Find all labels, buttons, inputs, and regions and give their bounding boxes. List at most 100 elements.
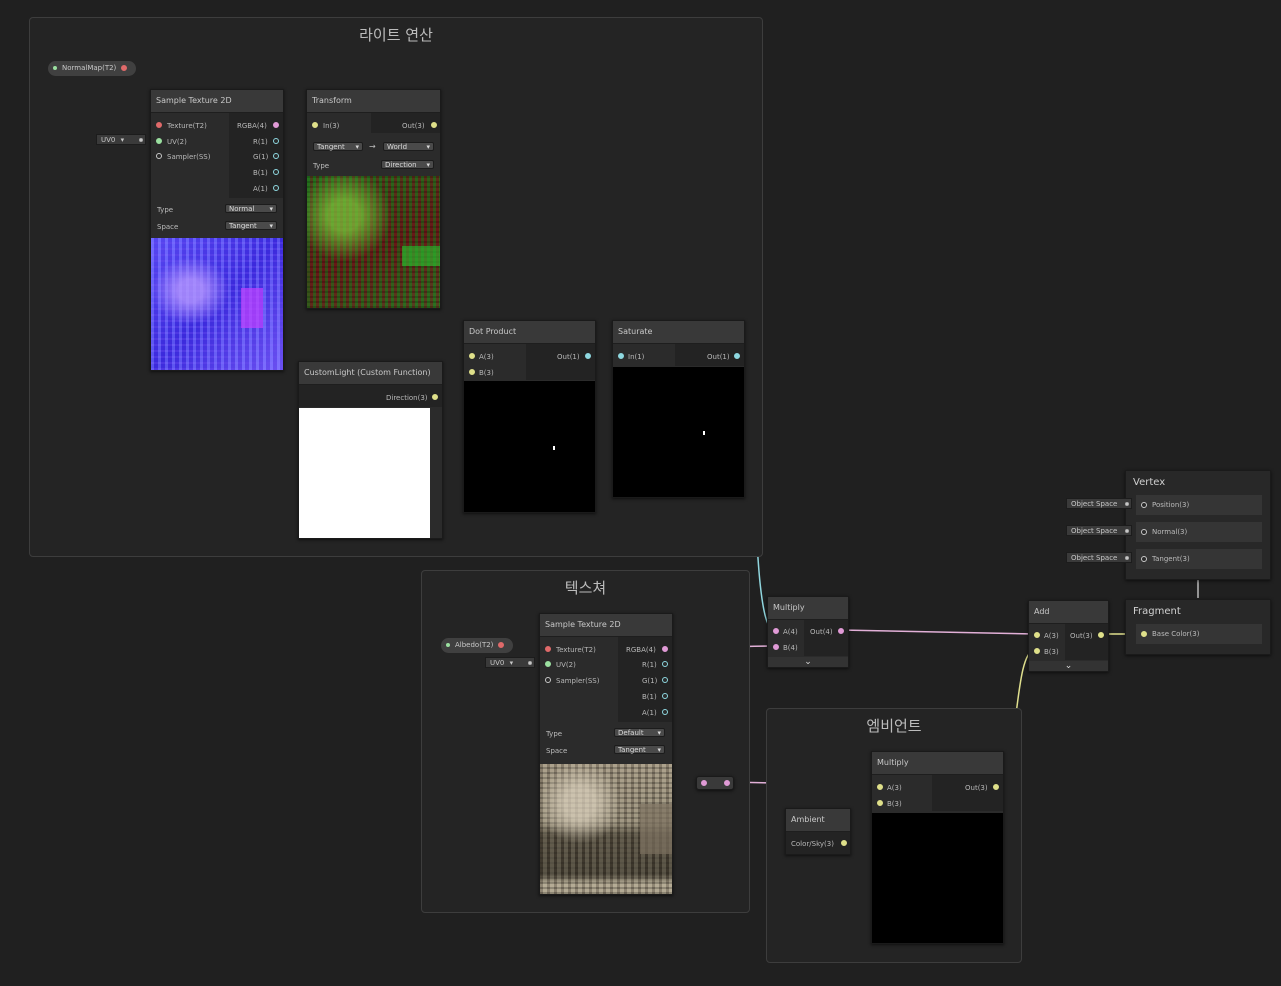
object-space-chip-normal[interactable]: Object Space [1066,525,1132,536]
sampler-input-port[interactable] [156,153,162,159]
uv-chip-label: UV0 [490,659,505,667]
b-output-port[interactable] [273,169,279,175]
reroute-out-port[interactable] [724,780,730,786]
sample-texture-albedo-node[interactable]: Sample Texture 2D Texture(T2) UV(2) Samp… [539,613,673,895]
uv-input-port[interactable] [156,138,162,144]
b-input-port[interactable] [1034,648,1040,654]
output-label: B(1) [253,169,268,177]
transform-node[interactable]: Transform In(3) Out(3) Tangent → World T… [306,89,441,309]
g-output-port[interactable] [662,677,668,683]
albedo-port[interactable] [498,642,504,648]
in-port[interactable] [618,353,624,359]
texture-input-port[interactable] [545,646,551,652]
saturate-node[interactable]: Saturate In(1) Out(1) [612,320,745,498]
type-label: Type [157,206,174,214]
chevron-down-icon[interactable]: ⌄ [1029,661,1108,671]
output-label: G(1) [253,153,269,161]
b-output-port[interactable] [662,693,668,699]
sampler-input-port[interactable] [545,677,551,683]
input-label: Texture(T2) [556,646,596,654]
b-input-port[interactable] [773,644,779,650]
type-dropdown[interactable]: Direction [381,160,434,170]
space-label: Space [546,747,568,755]
in-port[interactable] [312,122,318,128]
uv-chip-normal[interactable]: UV0 ▾ [96,134,146,145]
b-input-port[interactable] [469,369,475,375]
reroute-in-port[interactable] [701,780,707,786]
pill-dot [446,643,450,647]
vertex-normal-row[interactable]: Normal(3) [1136,522,1262,542]
chip-port[interactable] [1125,529,1129,533]
object-space-chip-position[interactable]: Object Space [1066,498,1132,509]
out-port[interactable] [734,353,740,359]
a-output-port[interactable] [273,185,279,191]
out-port[interactable] [993,784,999,790]
type-dropdown[interactable]: Normal [225,204,277,214]
a-input-port[interactable] [1034,632,1040,638]
uv-input-port[interactable] [545,661,551,667]
output-panel [804,620,848,656]
type-dropdown[interactable]: Default [614,728,665,738]
chevron-down-icon[interactable]: ⌄ [768,657,848,667]
normal-port[interactable] [1141,529,1147,535]
vertex-position-row[interactable]: Position(3) [1136,495,1262,515]
ambient-node[interactable]: Ambient Color/Sky(3) [785,808,851,855]
a-input-port[interactable] [773,628,779,634]
g-output-port[interactable] [273,153,279,159]
fragment-base-color-row[interactable]: Base Color(3) [1136,624,1262,644]
vertex-tangent-row[interactable]: Tangent(3) [1136,549,1262,569]
rgba-output-port[interactable] [273,122,279,128]
multiply-ambient-node[interactable]: Multiply A(3) B(3) Out(3) [871,751,1004,944]
input-label: Sampler(SS) [167,153,211,161]
output-panel [526,344,595,380]
space-dropdown[interactable]: Tangent [614,745,665,755]
vertex-block[interactable]: Vertex Position(3) Normal(3) Tangent(3) [1125,470,1271,580]
custom-light-node[interactable]: CustomLight (Custom Function) Direction(… [298,361,443,539]
space-dropdown[interactable]: Tangent [225,221,277,231]
tangent-port[interactable] [1141,556,1147,562]
out-port[interactable] [838,628,844,634]
output-label: Color/Sky(3) [791,840,834,848]
dot-product-node[interactable]: Dot Product A(3) B(3) Out(1) [463,320,596,513]
output-label: R(1) [642,661,657,669]
color-sky-output-port[interactable] [841,840,847,846]
fragment-block[interactable]: Fragment Base Color(3) [1125,599,1271,655]
normalmap-property[interactable]: NormalMap(T2) [48,61,136,76]
chip-port[interactable] [1125,556,1129,560]
row-label: Base Color(3) [1152,630,1200,638]
out-port[interactable] [1098,632,1104,638]
chip-port[interactable] [1125,502,1129,506]
direction-output-port[interactable] [432,394,438,400]
r-output-port[interactable] [662,661,668,667]
preview-green-block [402,246,440,266]
albedo-property[interactable]: Albedo(T2) [441,638,513,653]
rgba-output-port[interactable] [662,646,668,652]
position-port[interactable] [1141,502,1147,508]
space-label: Space [157,223,179,231]
out-port[interactable] [585,353,591,359]
a-input-port[interactable] [469,353,475,359]
node-title: Dot Product [464,321,595,344]
a-output-port[interactable] [662,709,668,715]
object-space-chip-tangent[interactable]: Object Space [1066,552,1132,563]
reroute-node[interactable] [696,776,734,790]
uv-chip-port[interactable] [528,661,532,665]
texture-input-port[interactable] [156,122,162,128]
to-space-dropdown[interactable]: World [383,142,434,152]
a-input-port[interactable] [877,784,883,790]
out-port[interactable] [431,122,437,128]
preview-magenta-block [241,288,263,328]
normalmap-port[interactable] [121,65,127,71]
preview-stone-block [640,804,672,854]
sample-texture-normal-node[interactable]: Sample Texture 2D Texture(T2) UV(2) Samp… [150,89,284,371]
b-input-port[interactable] [877,800,883,806]
multiply-main-node[interactable]: Multiply A(4) B(4) Out(4) ⌄ [767,596,849,668]
fragment-title: Fragment [1133,606,1181,617]
base-color-port[interactable] [1141,631,1147,637]
uv-chip-port[interactable] [139,138,143,142]
uv-chip-albedo[interactable]: UV0 ▾ [485,657,535,668]
from-space-dropdown[interactable]: Tangent [313,142,363,152]
input-label: Texture(T2) [167,122,207,130]
add-node[interactable]: Add A(3) B(3) Out(3) ⌄ [1028,600,1109,672]
r-output-port[interactable] [273,138,279,144]
